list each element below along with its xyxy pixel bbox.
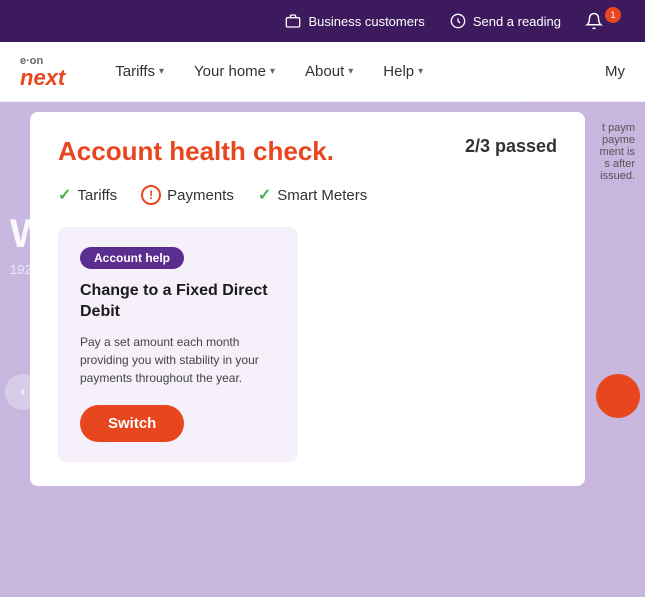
nav-your-home[interactable]: Your home ▾ [194, 63, 275, 80]
checks-row: ✓ Tariffs ! Payments ✓ Smart Meters [58, 185, 557, 205]
send-reading-link[interactable]: Send a reading [449, 12, 561, 30]
health-check-title: Account health check. [58, 136, 334, 167]
check-green-icon: ✓ [58, 185, 71, 205]
business-customers-link[interactable]: Business customers [284, 12, 424, 30]
logo[interactable]: e·on next [20, 55, 65, 89]
logo-next: next [20, 67, 65, 89]
chevron-down-icon: ▾ [159, 66, 164, 77]
action-card-title: Change to a Fixed Direct Debit [80, 281, 276, 323]
nav-bar: e·on next Tariffs ▾ Your home ▾ About ▾ … [0, 42, 645, 102]
check-tariffs: ✓ Tariffs [58, 185, 117, 205]
chevron-down-icon: ▾ [270, 66, 275, 77]
check-smart-meters: ✓ Smart Meters [258, 185, 367, 205]
health-card-header: Account health check. 2/3 passed [58, 136, 557, 167]
check-payments: ! Payments [141, 185, 234, 205]
account-help-badge: Account help [80, 247, 184, 269]
passed-badge: 2/3 passed [465, 136, 557, 157]
notification-count: 1 [605, 7, 621, 23]
action-card-description: Pay a set amount each month providing yo… [80, 333, 276, 387]
page-background: Wo 192 G t paym payme ment is s after is… [0, 102, 645, 597]
check-tariffs-label: Tariffs [77, 187, 117, 204]
top-bar: Business customers Send a reading 1 [0, 0, 645, 42]
check-warning-icon: ! [141, 185, 161, 205]
meter-icon [449, 12, 467, 30]
check-smart-meters-label: Smart Meters [277, 187, 367, 204]
nav-tariffs[interactable]: Tariffs ▾ [115, 63, 164, 80]
action-card: Account help Change to a Fixed Direct De… [58, 227, 298, 462]
modal-overlay: Account health check. 2/3 passed ✓ Tarif… [0, 102, 645, 597]
nav-my[interactable]: My [605, 63, 625, 80]
check-payments-label: Payments [167, 187, 234, 204]
chevron-down-icon: ▾ [418, 66, 423, 77]
check-green-icon-2: ✓ [258, 185, 271, 205]
chevron-down-icon: ▾ [348, 66, 353, 77]
briefcase-icon [284, 12, 302, 30]
nav-about[interactable]: About ▾ [305, 63, 353, 80]
switch-button[interactable]: Switch [80, 405, 184, 442]
nav-help[interactable]: Help ▾ [383, 63, 423, 80]
health-check-card: Account health check. 2/3 passed ✓ Tarif… [30, 112, 585, 486]
notification-bell[interactable]: 1 [585, 12, 625, 30]
